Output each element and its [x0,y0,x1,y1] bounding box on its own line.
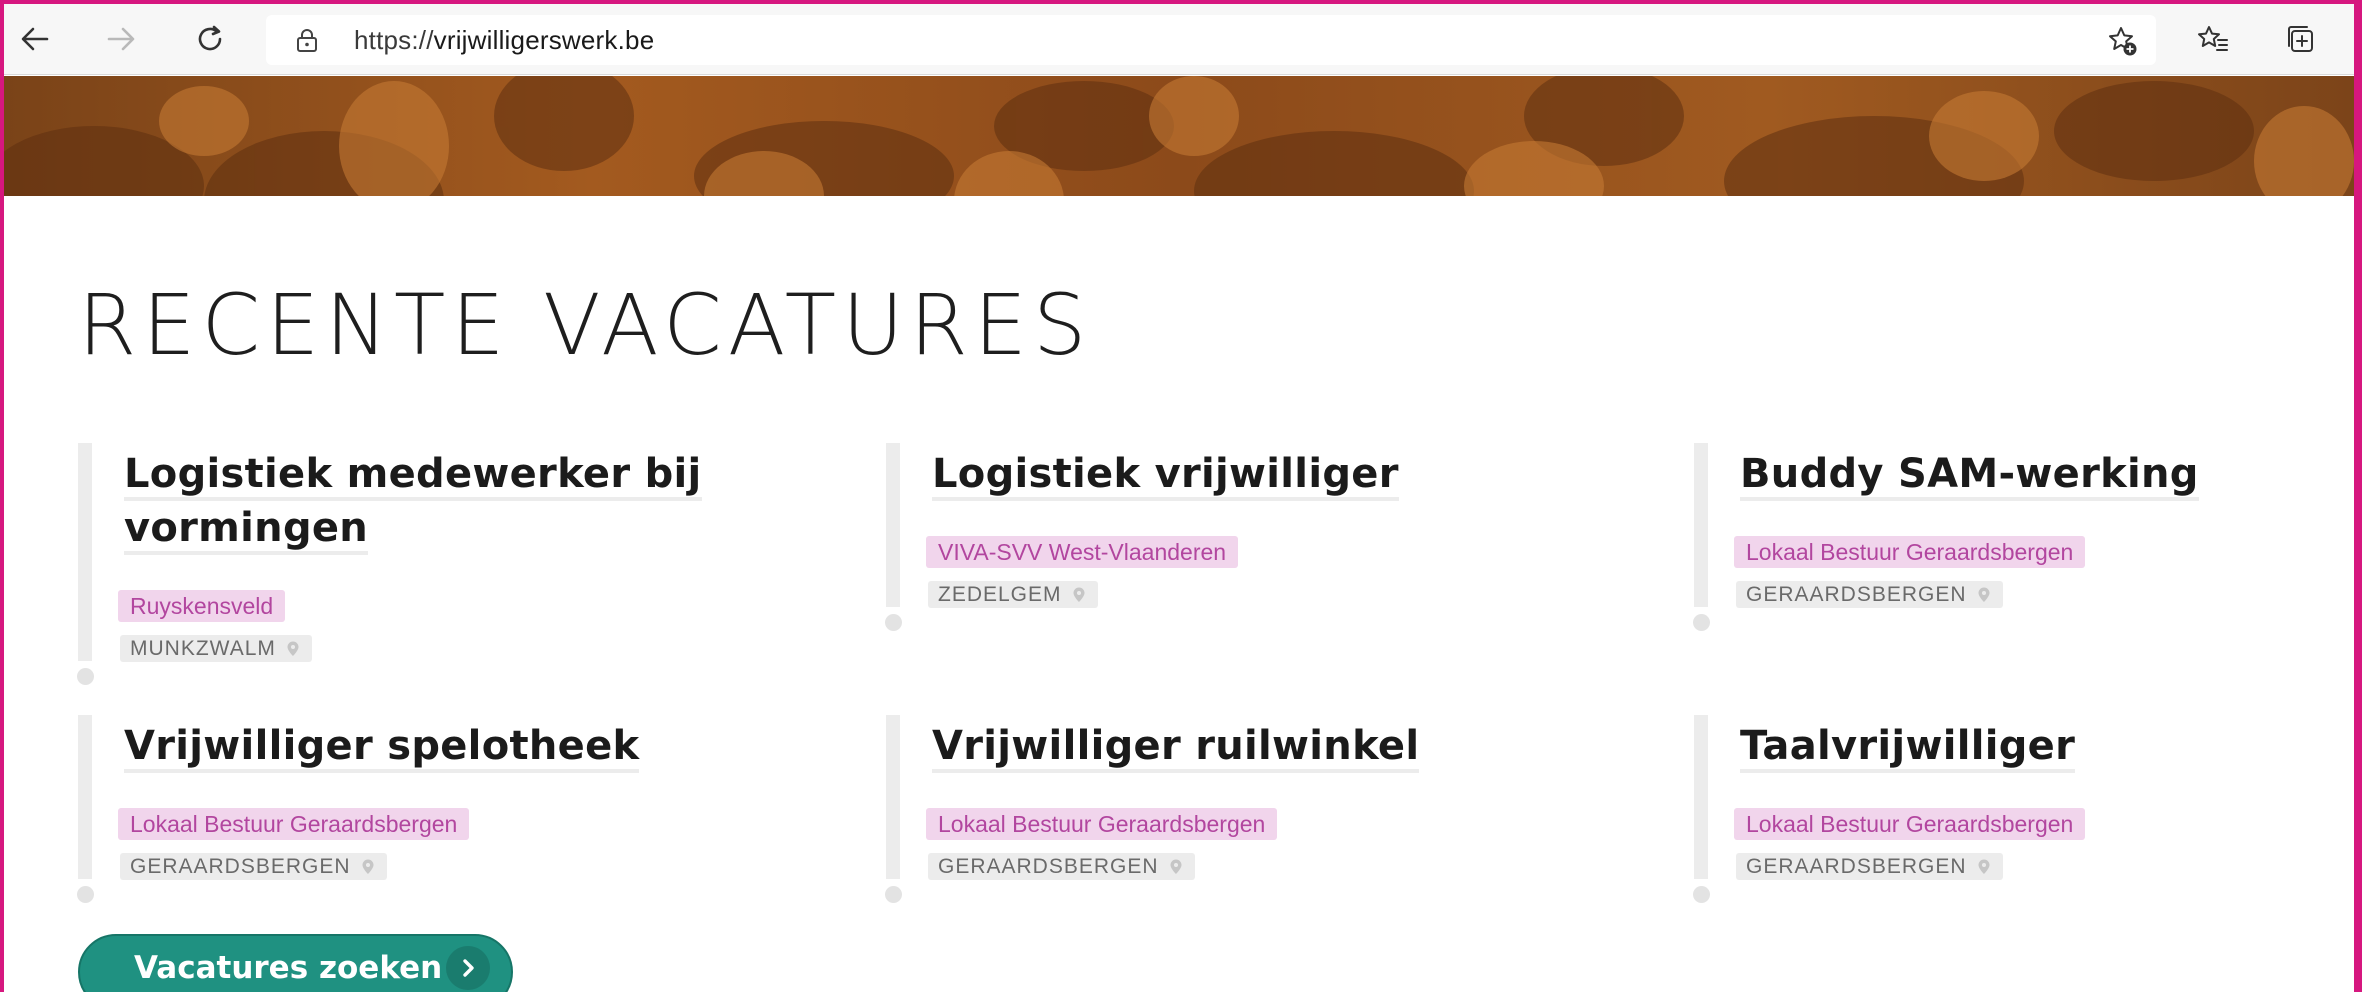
organisation-tag[interactable]: Lokaal Bestuur Geraardsbergen [1734,536,2086,568]
card-rail-dot [1693,886,1710,903]
card-rail [78,443,92,661]
organisation-tag[interactable]: Ruyskensveld [118,590,286,622]
vacancy-card[interactable]: Vrijwilliger ruilwinkel Lokaal Bestuur G… [885,715,1586,915]
location-tag: ZEDELGEM [928,581,1098,608]
back-button[interactable] [12,16,58,62]
reload-button[interactable] [187,16,233,62]
map-pin-icon [287,641,299,656]
vacancy-title-text: Vrijwilliger ruilwinkel [932,723,1420,773]
card-rail-dot [885,886,902,903]
vacancy-title-link[interactable]: Logistiek medewerker bij vormingen [124,447,744,555]
arrow-left-icon [21,27,49,51]
search-vacancies-label: Vacatures zoeken [134,950,443,986]
map-pin-icon [1978,859,1990,874]
hero-banner-image [4,76,2354,196]
location-text: GERAARDSBERGEN [938,855,1159,878]
collections-icon [2288,26,2313,52]
location-text: GERAARDSBERGEN [130,855,351,878]
page-frame: https://vrijwilligerswerk.be RECENTE VAC… [4,4,2354,992]
card-rail [1694,715,1708,879]
card-rail [886,715,900,879]
card-rail-dot [885,614,902,631]
forward-button[interactable] [98,16,144,62]
organisation-tag[interactable]: Lokaal Bestuur Geraardsbergen [118,808,470,840]
location-tag: GERAARDSBERGEN [1736,853,2003,880]
reload-icon [198,25,222,51]
organisation-tag[interactable]: VIVA-SVV West-Vlaanderen [926,536,1239,568]
location-tag: MUNKZWALM [120,635,312,662]
vacancy-title-link[interactable]: Logistiek vrijwilliger [932,447,1552,501]
location-tag: GERAARDSBERGEN [928,853,1195,880]
chevron-right-icon [446,946,490,990]
vacancy-title-text: Logistiek vrijwilliger [932,451,1399,501]
vacancy-title-link[interactable]: Buddy SAM-werking [1740,447,2354,501]
card-rail [78,715,92,879]
map-pin-icon [362,859,374,874]
card-rail [1694,443,1708,607]
location-tag: GERAARDSBERGEN [120,853,387,880]
section-title: RECENTE VACATURES [78,276,1093,374]
vacancy-card[interactable]: Vrijwilliger spelotheek Lokaal Bestuur G… [77,715,778,915]
address-bar[interactable]: https://vrijwilligerswerk.be [266,15,2156,65]
vacancy-card[interactable]: Buddy SAM-werking Lokaal Bestuur Geraard… [1693,443,2354,643]
map-pin-icon [1978,587,1990,602]
vacancy-title-text: Logistiek medewerker bij vormingen [124,451,702,555]
card-rail-dot [1693,614,1710,631]
vacancy-title-link[interactable]: Taalvrijwilliger [1740,719,2354,773]
arrow-right-icon [107,27,135,51]
vacancy-title-text: Vrijwilliger spelotheek [124,723,640,773]
card-rail-dot [77,886,94,903]
url-text[interactable]: https://vrijwilligerswerk.be [354,15,654,65]
search-vacancies-button[interactable]: Vacatures zoeken [78,934,513,992]
url-domain: vrijwilligerswerk.be [433,25,655,55]
location-text: GERAARDSBERGEN [1746,583,1967,606]
card-rail [886,443,900,607]
location-text: ZEDELGEM [938,583,1062,606]
lock-icon[interactable] [294,27,320,53]
vacancy-card[interactable]: Logistiek vrijwilliger VIVA-SVV West-Vla… [885,443,1586,643]
organisation-tag[interactable]: Lokaal Bestuur Geraardsbergen [926,808,1278,840]
vacancy-title-text: Buddy SAM-werking [1740,451,2199,501]
vacancy-card[interactable]: Taalvrijwilliger Lokaal Bestuur Geraards… [1693,715,2354,915]
map-pin-icon [1170,859,1182,874]
card-rail-dot [77,668,94,685]
vacancy-title-link[interactable]: Vrijwilliger ruilwinkel [932,719,1552,773]
vacancy-card[interactable]: Logistiek medewerker bij vormingen Ruysk… [77,443,778,693]
favorites-list-icon [2198,26,2228,51]
browser-toolbar: https://vrijwilligerswerk.be [4,4,2354,75]
organisation-tag[interactable]: Lokaal Bestuur Geraardsbergen [1734,808,2086,840]
star-plus-icon[interactable] [2104,23,2140,59]
location-text: MUNKZWALM [130,637,276,660]
favorites-button[interactable] [2190,16,2236,62]
map-pin-icon [1073,587,1085,602]
collections-button[interactable] [2278,16,2324,62]
location-text: GERAARDSBERGEN [1746,855,1967,878]
location-tag: GERAARDSBERGEN [1736,581,2003,608]
vacancy-title-text: Taalvrijwilliger [1740,723,2076,773]
url-prefix: https:// [354,25,434,55]
vacancy-title-link[interactable]: Vrijwilliger spelotheek [124,719,744,773]
